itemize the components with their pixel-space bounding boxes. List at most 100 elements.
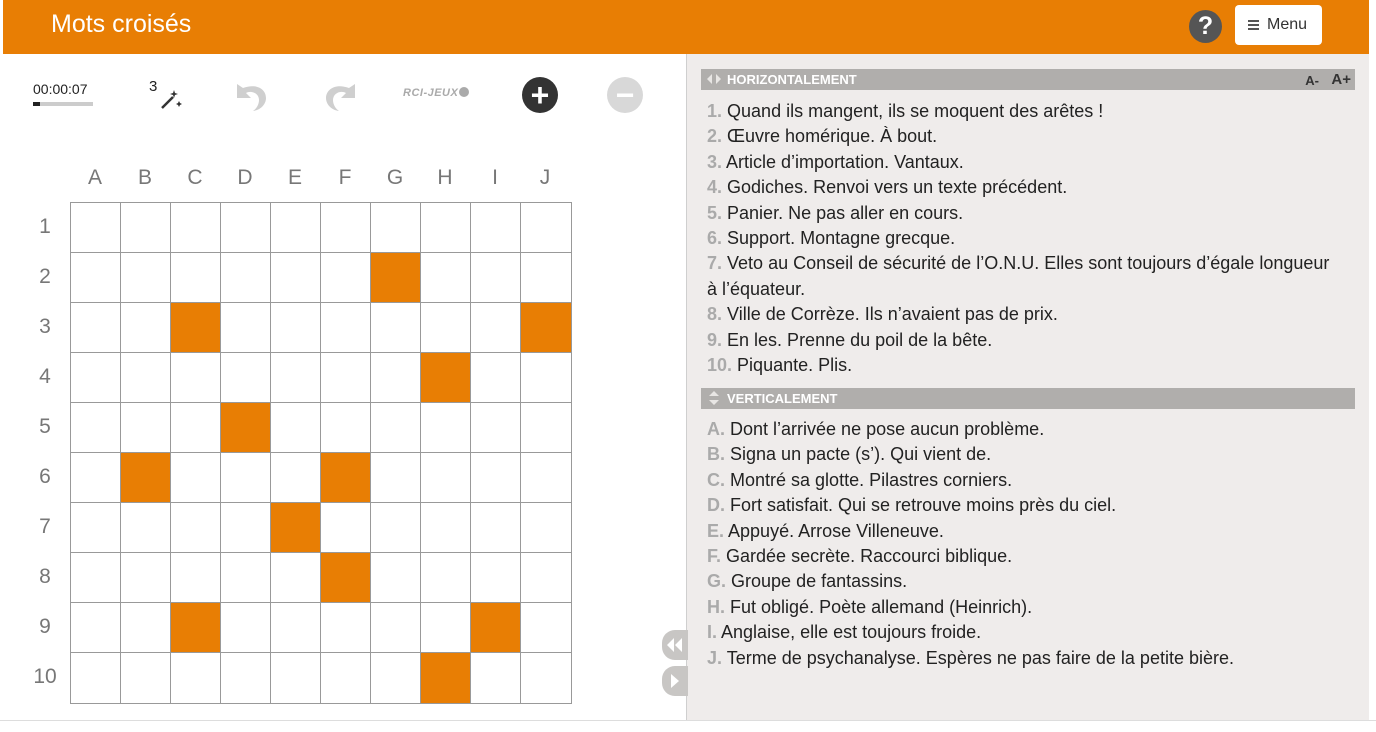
vertical-clue[interactable]: D. Fort satisfait. Qui se retrouve moins…: [707, 493, 1337, 518]
grid-cell[interactable]: [71, 353, 121, 403]
grid-cell[interactable]: [71, 253, 121, 303]
grid-cell[interactable]: [521, 203, 571, 253]
horizontal-clue[interactable]: 9. En les. Prenne du poil de la bête.: [707, 328, 1337, 353]
grid-cell[interactable]: [421, 553, 471, 603]
grid-cell[interactable]: [271, 203, 321, 253]
grid-cell[interactable]: [321, 503, 371, 553]
grid-cell[interactable]: [221, 653, 271, 703]
grid-cell[interactable]: [71, 303, 121, 353]
menu-button[interactable]: Menu: [1235, 5, 1322, 45]
grid-cell[interactable]: [221, 503, 271, 553]
grid-cell[interactable]: [271, 553, 321, 603]
grid-cell[interactable]: [121, 303, 171, 353]
vertical-clue[interactable]: I. Anglaise, elle est toujours froide.: [707, 620, 1337, 645]
zoom-out-button[interactable]: −: [607, 77, 643, 113]
grid-cell[interactable]: [71, 403, 121, 453]
grid-cell[interactable]: [471, 203, 521, 253]
grid-cell[interactable]: [371, 453, 421, 503]
grid-cell[interactable]: [371, 353, 421, 403]
horizontal-clue[interactable]: 4. Godiches. Renvoi vers un texte précéd…: [707, 175, 1337, 200]
grid-cell[interactable]: [71, 603, 121, 653]
grid-cell[interactable]: [121, 353, 171, 403]
horizontal-clue[interactable]: 5. Panier. Ne pas aller en cours.: [707, 201, 1337, 226]
grid-cell[interactable]: [421, 503, 471, 553]
zoom-in-button[interactable]: +: [522, 77, 558, 113]
grid-cell[interactable]: [71, 453, 121, 503]
grid-cell[interactable]: [271, 453, 321, 503]
grid-cell[interactable]: [521, 553, 571, 603]
grid-cell[interactable]: [521, 603, 571, 653]
grid-cell[interactable]: [121, 503, 171, 553]
vertical-clue[interactable]: A. Dont l’arrivée ne pose aucun problème…: [707, 417, 1337, 442]
grid-cell[interactable]: [521, 353, 571, 403]
grid-cell[interactable]: [371, 303, 421, 353]
grid-cell[interactable]: [171, 653, 221, 703]
font-decrease-button[interactable]: A-: [1305, 70, 1319, 91]
horizontal-clue[interactable]: 1. Quand ils mangent, ils se moquent des…: [707, 99, 1337, 124]
grid-cell[interactable]: [371, 503, 421, 553]
vertical-clue[interactable]: C. Montré sa glotte. Pilastres corniers.: [707, 468, 1337, 493]
grid-cell[interactable]: [421, 253, 471, 303]
collapse-panel-button[interactable]: [662, 630, 688, 660]
grid-cell[interactable]: [471, 303, 521, 353]
vertical-clue[interactable]: F. Gardée secrète. Raccourci biblique.: [707, 544, 1337, 569]
grid-cell[interactable]: [521, 503, 571, 553]
grid-cell[interactable]: [121, 553, 171, 603]
grid-cell[interactable]: [371, 603, 421, 653]
vertical-clue[interactable]: G. Groupe de fantassins.: [707, 569, 1337, 594]
grid-cell[interactable]: [171, 253, 221, 303]
grid-cell[interactable]: [271, 303, 321, 353]
grid-cell[interactable]: [421, 303, 471, 353]
grid-cell[interactable]: [421, 453, 471, 503]
grid-cell[interactable]: [271, 653, 321, 703]
grid-cell[interactable]: [171, 403, 221, 453]
horizontal-clue[interactable]: 2. Œuvre homérique. À bout.: [707, 124, 1337, 149]
grid-cell[interactable]: [471, 403, 521, 453]
grid-cell[interactable]: [71, 203, 121, 253]
grid-cell[interactable]: [321, 253, 371, 303]
grid-cell[interactable]: [121, 653, 171, 703]
grid-cell[interactable]: [371, 553, 421, 603]
grid-cell[interactable]: [71, 653, 121, 703]
undo-icon[interactable]: [229, 80, 269, 114]
grid-cell[interactable]: [221, 253, 271, 303]
grid-cell[interactable]: [171, 503, 221, 553]
horizontal-clue[interactable]: 7. Veto au Conseil de sécurité de l’O.N.…: [707, 251, 1337, 302]
grid-cell[interactable]: [421, 203, 471, 253]
horizontal-clue[interactable]: 10. Piquante. Plis.: [707, 353, 1337, 378]
grid-cell[interactable]: [471, 553, 521, 603]
grid-cell[interactable]: [421, 603, 471, 653]
redo-icon[interactable]: [323, 80, 363, 114]
grid-cell[interactable]: [421, 403, 471, 453]
grid-cell[interactable]: [321, 603, 371, 653]
grid-cell[interactable]: [271, 253, 321, 303]
grid-cell[interactable]: [371, 203, 421, 253]
grid-cell[interactable]: [171, 553, 221, 603]
grid-cell[interactable]: [71, 503, 121, 553]
grid-cell[interactable]: [371, 653, 421, 703]
horizontal-clue[interactable]: 8. Ville de Corrèze. Ils n’avaient pas d…: [707, 302, 1337, 327]
grid-cell[interactable]: [321, 653, 371, 703]
grid-cell[interactable]: [471, 653, 521, 703]
grid-cell[interactable]: [321, 403, 371, 453]
grid-cell[interactable]: [321, 353, 371, 403]
grid-cell[interactable]: [121, 253, 171, 303]
vertical-clue[interactable]: H. Fut obligé. Poète allemand (Heinrich)…: [707, 595, 1337, 620]
grid-cell[interactable]: [221, 303, 271, 353]
help-button[interactable]: ?: [1189, 10, 1222, 43]
grid-cell[interactable]: [521, 653, 571, 703]
grid-cell[interactable]: [121, 603, 171, 653]
grid-cell[interactable]: [521, 453, 571, 503]
grid-cell[interactable]: [471, 453, 521, 503]
expand-panel-button[interactable]: [662, 666, 688, 696]
grid-cell[interactable]: [71, 553, 121, 603]
grid-cell[interactable]: [171, 203, 221, 253]
vertical-clue[interactable]: E. Appuyé. Arrose Villeneuve.: [707, 519, 1337, 544]
grid-cell[interactable]: [521, 403, 571, 453]
grid-cell[interactable]: [221, 453, 271, 503]
grid-cell[interactable]: [221, 203, 271, 253]
vertical-clue[interactable]: B. Signa un pacte (s’). Qui vient de.: [707, 442, 1337, 467]
grid-cell[interactable]: [321, 303, 371, 353]
grid-cell[interactable]: [221, 553, 271, 603]
vertical-clue[interactable]: J. Terme de psychanalyse. Espères ne pas…: [707, 646, 1337, 671]
